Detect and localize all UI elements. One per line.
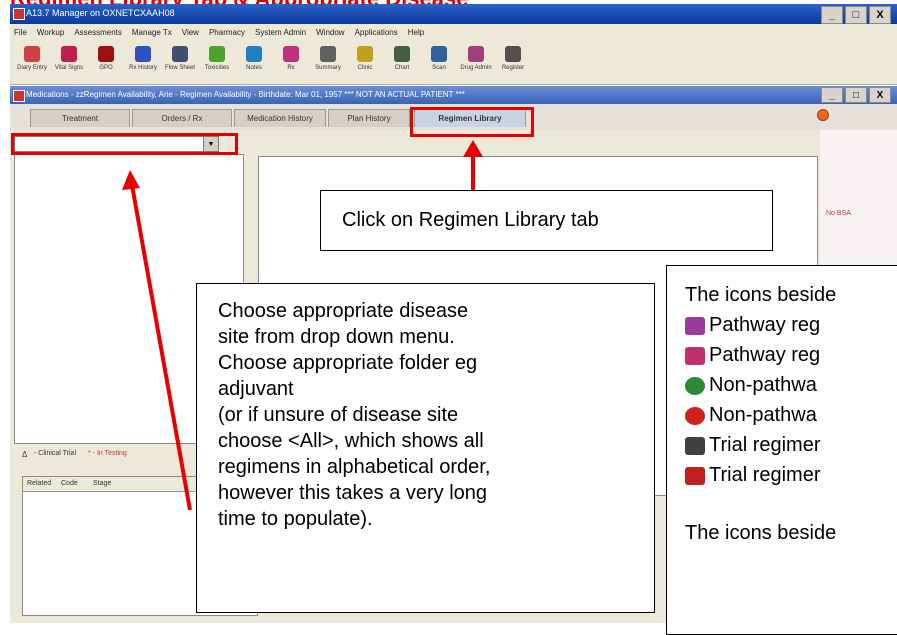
non-pathway-flask-red-icon <box>685 406 705 425</box>
icon-legend-row: Non-pathwa <box>685 400 897 430</box>
callout-line: however this takes a very long <box>218 482 488 504</box>
icon-legend-footer: The icons beside <box>685 522 837 544</box>
callout-regimen-library: Click on Regimen Library tab <box>320 190 773 251</box>
pathway-regimen-red-icon <box>685 346 705 365</box>
callout-line: regimens in alphabetical order, <box>218 456 491 478</box>
non-pathway-flask-icon <box>685 376 705 395</box>
arrow-to-tab <box>463 140 483 190</box>
icon-legend-text: Trial regimer <box>709 464 821 486</box>
icon-legend-text: Pathway reg <box>709 314 821 336</box>
callout-icon-legend: The icons beside Pathway reg Pathway reg N… <box>666 265 897 635</box>
arrow-to-dropdown <box>122 170 192 511</box>
callout-line: site from drop down menu. <box>218 326 455 348</box>
trial-regimen-icon <box>685 436 705 455</box>
callout-line: Choose appropriate disease <box>218 300 469 322</box>
icon-legend-row: Trial regimer <box>685 430 897 460</box>
icon-legend-text: Trial regimer <box>709 434 821 456</box>
callout-choose-disease-site: Choose appropriate disease site from dro… <box>196 283 655 613</box>
callout-line: time to populate). <box>218 508 373 530</box>
icon-legend-text: Pathway reg <box>709 344 821 366</box>
icon-legend-row: Pathway reg <box>685 340 897 370</box>
icon-legend-text: Non-pathwa <box>709 404 817 426</box>
icon-legend-text: Non-pathwa <box>709 374 817 396</box>
callout-line: choose <All>, which shows all <box>218 430 484 452</box>
icon-legend-row: Trial regimer <box>685 460 897 490</box>
pathway-regimen-icon <box>685 316 705 335</box>
callout-regimen-library-text: Click on Regimen Library tab <box>342 209 599 231</box>
icon-legend-row: Non-pathwa <box>685 370 897 400</box>
icon-legend-heading: The icons beside <box>685 284 837 306</box>
callout-line: Choose appropriate folder eg <box>218 352 478 374</box>
trial-regimen-red-icon <box>685 466 705 485</box>
callout-line: (or if unsure of disease site <box>218 404 459 426</box>
callout-line: adjuvant <box>218 378 294 400</box>
icon-legend-row: Pathway reg <box>685 310 897 340</box>
